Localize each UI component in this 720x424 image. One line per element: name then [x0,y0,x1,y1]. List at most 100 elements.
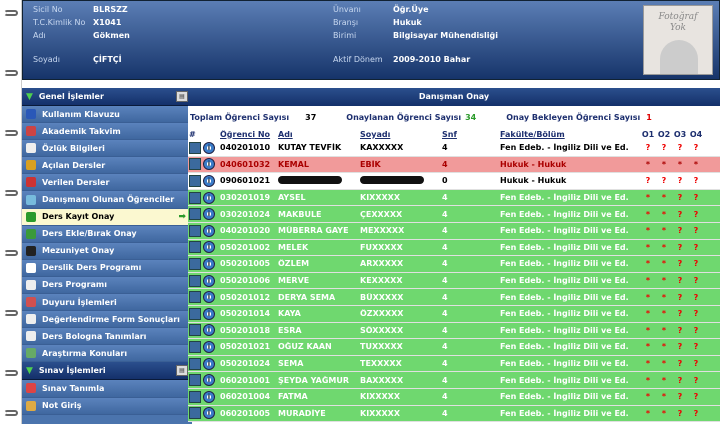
student-no[interactable]: 050201021 [220,342,278,351]
sidebar-item[interactable]: Not Giriş [22,397,192,415]
table-row[interactable]: i 040201010 KUTAY TEVFİK KAXXXXX 4 Fen Edeb. … [188,140,720,157]
sidebar-item[interactable]: Derslik Ders Programı [22,259,192,277]
student-no[interactable]: 060201001 [220,376,278,385]
edit-icon[interactable] [189,357,201,370]
info-icon[interactable]: i [203,357,215,370]
col-header-name[interactable]: Adı [278,130,293,139]
sidebar-item[interactable]: Sınav Tanımla [22,380,192,398]
info-icon[interactable]: i [203,208,215,221]
table-row[interactable]: i 040201020 MÜBERRA GAYE MEXXXXX 4 Fen Edeb. … [188,222,720,240]
student-no[interactable]: 030201019 [220,193,278,202]
col-header-class[interactable]: Snf [442,130,457,139]
col-header-surname[interactable]: Soyadı [360,130,390,139]
sidebar-item[interactable]: Araştırma Konuları [22,345,192,363]
edit-icon[interactable] [189,374,201,387]
student-no[interactable]: 060201004 [220,392,278,401]
info-icon[interactable]: i [203,241,215,254]
table-row[interactable]: i 060201005 MURADİYE KIXXXXX 4 Fen Edeb. - İn… [188,405,720,423]
info-icon[interactable]: i [203,191,215,204]
edit-icon[interactable] [189,224,201,237]
edit-icon[interactable] [189,274,201,287]
info-icon[interactable]: i [203,174,215,187]
table-row[interactable]: i 060201001 ŞEYDA YAĞMUR BAXXXXX 4 Fen Edeb. … [188,372,720,389]
student-no[interactable]: 050201024 [220,359,278,368]
col-header-no[interactable]: Öğrenci No [220,130,270,139]
sidebar-item[interactable]: Akademik Takvim [22,123,192,141]
sidebar-item[interactable]: Değerlendirme Form Sonuçları [22,311,192,329]
section-toggle-icon[interactable]: ▤ [176,365,188,377]
sidebar-item[interactable]: Ders Ekle/Bırak Onay [22,225,192,243]
edit-icon[interactable] [189,191,201,204]
sidebar-section-general[interactable]: ▼ Genel İşlemler ▤ [22,88,192,106]
sidebar-item[interactable]: Açılan Dersler [22,157,192,175]
info-icon[interactable]: i [203,324,215,337]
edit-icon[interactable] [189,141,201,154]
student-faculty: Fen Edeb. - İngiliz Dili ve Ed. [500,209,629,219]
table-row[interactable]: i 050201005 ÖZLEM ARXXXXX 4 Fen Edeb. - İngil… [188,256,720,273]
student-no[interactable]: 050201002 [220,243,278,252]
student-no[interactable]: 050201018 [220,326,278,335]
table-row[interactable]: i 050201006 MERVE KEXXXXX 4 Fen Edeb. - İngil… [188,272,720,290]
table-row[interactable]: i 050201014 KAYA ÖZXXXXX 4 Fen Edeb. - İngili… [188,305,720,323]
edit-icon[interactable] [189,174,201,187]
edit-icon[interactable] [189,340,201,353]
sidebar-item[interactable]: Ders Kayıt Onay ➡ [22,208,192,226]
info-icon[interactable]: i [203,307,215,320]
info-icon[interactable]: i [203,291,215,304]
col-header-faculty[interactable]: Fakülte/Bölüm [500,130,565,139]
sidebar-item[interactable]: Özlük Bilgileri [22,140,192,158]
student-no[interactable]: 090601021 [220,176,278,185]
sidebar-item[interactable]: Kullanım Klavuzu [22,106,192,124]
student-no[interactable]: 040201020 [220,226,278,235]
student-no[interactable]: 040601032 [220,160,278,169]
student-no[interactable]: 050201012 [220,293,278,302]
student-no[interactable]: 060201005 [220,409,278,418]
student-no[interactable]: 050201006 [220,276,278,285]
table-row[interactable]: i 030201024 MAKBULE ÇEXXXXX 4 Fen Edeb. - İng… [188,206,720,223]
info-icon[interactable]: i [203,340,215,353]
table-row[interactable]: i 050201002 MELEK FUXXXXX 4 Fen Edeb. - İngil… [188,239,720,257]
sidebar-item-label: Ders Kayıt Onay [42,212,115,222]
sidebar-item[interactable]: Danışmanı Olunan Öğrenciler [22,191,192,209]
edit-icon[interactable] [189,241,201,254]
student-no[interactable]: 050201014 [220,309,278,318]
student-no[interactable]: 030201024 [220,210,278,219]
table-row[interactable]: i 050201024 SEMA TEXXXXX 4 Fen Edeb. - İngili… [188,355,720,373]
row-actions: i [188,241,220,254]
table-row[interactable]: i 050201021 OĞUZ KAAN TUXXXXX 4 Fen Edeb. - İ… [188,339,720,356]
info-icon[interactable]: i [203,274,215,287]
table-row[interactable]: i 050201012 DERYA SEMA BÜXXXXX 4 Fen Edeb. - … [188,289,720,306]
profile-field-value: Hukuk [393,18,422,27]
edit-icon[interactable] [189,158,201,171]
info-icon[interactable]: i [203,407,215,420]
sidebar-item[interactable]: Verilen Dersler [22,174,192,192]
edit-icon[interactable] [189,208,201,221]
sidebar-item[interactable]: Mezuniyet Onay [22,242,192,260]
student-no[interactable]: 040201010 [220,143,278,152]
info-icon[interactable]: i [203,141,215,154]
info-icon[interactable]: i [203,374,215,387]
info-icon[interactable]: i [203,390,215,403]
info-icon[interactable]: i [203,224,215,237]
approval-status: ? [677,276,683,286]
edit-icon[interactable] [189,257,201,270]
table-row[interactable]: i 090601021 0 Hukuk - Hukuk???? [188,173,720,190]
edit-icon[interactable] [189,307,201,320]
edit-icon[interactable] [189,324,201,337]
table-row[interactable]: i 060201004 FATMA KIXXXXX 4 Fen Edeb. - İngil… [188,388,720,406]
section-toggle-icon[interactable]: ▤ [176,91,188,102]
student-no[interactable]: 050201005 [220,259,278,268]
table-row[interactable]: i 050201018 ESRA SÖXXXXX 4 Fen Edeb. - İngili… [188,322,720,340]
table-row[interactable]: i 030201019 AYSEL KIXXXXX 4 Fen Edeb. - İngil… [188,189,720,207]
edit-icon[interactable] [189,291,201,304]
sidebar-item[interactable]: Ders Bologna Tanımları [22,328,192,346]
edit-icon[interactable] [189,390,201,403]
sidebar-item[interactable]: Duyuru İşlemleri [22,294,192,312]
info-icon[interactable]: i [203,158,215,171]
info-icon[interactable]: i [203,257,215,270]
edit-icon[interactable] [189,407,201,420]
sidebar-section-exam[interactable]: ▼ Sınav İşlemleri ▤ [22,362,192,381]
table-row[interactable]: i 040601032 KEMAL EBİK 4 Hukuk - Hukuk * * * * [188,156,720,174]
student-name: KUTAY TEVFİK [278,143,342,153]
sidebar-item[interactable]: Ders Programı [22,276,192,295]
